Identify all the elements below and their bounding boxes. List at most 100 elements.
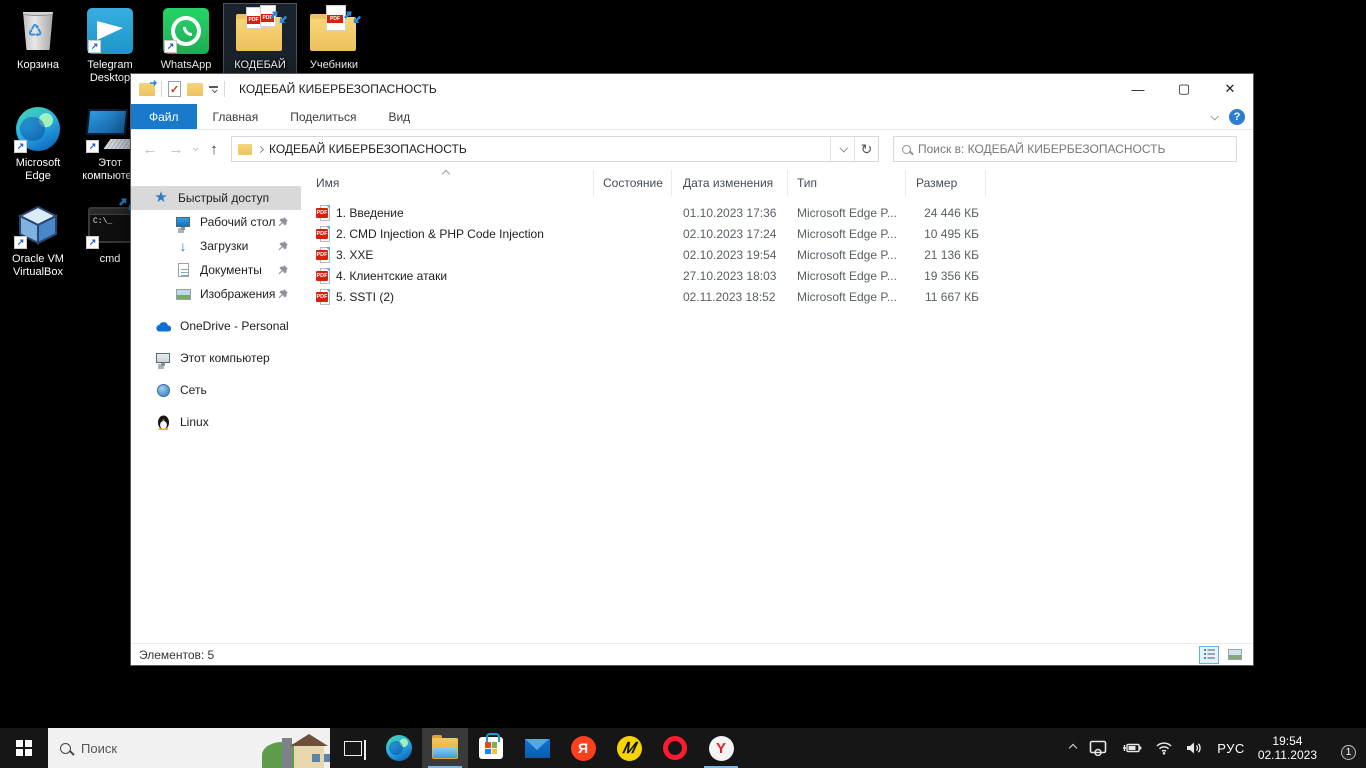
sidebar-item-onedrive[interactable]: OneDrive - Personal (131, 314, 301, 338)
battery-icon[interactable] (1120, 741, 1142, 755)
taskbar-amigo-button[interactable]: 𝑀 (606, 728, 652, 768)
pin-icon[interactable] (277, 240, 289, 252)
tab-view[interactable]: Вид (372, 104, 426, 129)
desktop-icon-recycle-bin[interactable]: ♺ Корзина (2, 6, 74, 72)
pin-icon[interactable] (277, 264, 289, 276)
desktop-icon-whatsapp[interactable]: ↗ WhatsApp (150, 6, 222, 72)
sort-ascending-icon (442, 170, 450, 178)
desktop-icon-virtualbox[interactable]: ↗ Oracle VM VirtualBox (2, 200, 74, 279)
recent-locations-icon[interactable] (193, 145, 199, 151)
search-box[interactable] (893, 136, 1237, 162)
start-button[interactable] (0, 728, 48, 768)
sidebar-item-documents[interactable]: Документы (131, 258, 301, 282)
ribbon-expand-icon[interactable] (1210, 112, 1218, 120)
taskbar-edge-button[interactable] (376, 728, 422, 768)
recycle-bin-icon: ♺ (13, 6, 63, 56)
file-row[interactable]: PDF2. CMD Injection & PHP Code Injection… (301, 223, 1253, 244)
yandex-browser-icon: Y (709, 736, 734, 761)
taskbar-yandex-button[interactable]: Я (560, 728, 606, 768)
pin-icon[interactable] (277, 288, 289, 300)
title-bar[interactable]: КОДЕБАЙ КИБЕРБЕЗОПАСНОСТЬ — ▢ ✕ (131, 74, 1253, 104)
search-highlight-image[interactable] (268, 728, 330, 768)
downloads-icon: ↓ (175, 238, 191, 254)
wifi-icon[interactable] (1155, 741, 1173, 755)
clock[interactable]: 19:54 02.11.2023 (1258, 734, 1317, 762)
file-row[interactable]: PDF3. XXE 02.10.2023 19:54 Microsoft Edg… (301, 244, 1253, 265)
address-path[interactable]: КОДЕБАЙ КИБЕРБЕЗОПАСНОСТЬ (269, 142, 467, 156)
taskbar-store-button[interactable] (468, 728, 514, 768)
pin-icon[interactable] (277, 216, 289, 228)
details-view-icon (1204, 649, 1215, 660)
forward-button[interactable]: → (167, 141, 185, 158)
tab-share[interactable]: Поделиться (274, 104, 372, 129)
column-header-name[interactable]: Имя (301, 170, 594, 196)
explorer-window: КОДЕБАЙ КИБЕРБЕЗОПАСНОСТЬ — ▢ ✕ Файл Гла… (130, 73, 1254, 666)
desktop: ♺ Корзина ↗ Telegram Desktop ↗ WhatsApp … (0, 0, 1366, 768)
new-folder-button[interactable] (187, 83, 203, 96)
sidebar-item-downloads[interactable]: ↓ Загрузки (131, 234, 301, 258)
sync-arrows-icon (268, 7, 288, 27)
back-button[interactable]: ← (141, 141, 159, 158)
taskbar-yandex-browser-button[interactable]: Y (698, 728, 744, 768)
pdf-file-icon: PDF (316, 247, 330, 263)
sidebar-item-desktop[interactable]: Рабочий стол (131, 210, 301, 234)
tab-file[interactable]: Файл (131, 104, 197, 129)
action-center-button[interactable]: 1 (1330, 736, 1356, 760)
sidebar-item-linux[interactable]: Linux (131, 410, 301, 434)
minimize-button[interactable]: — (1115, 74, 1161, 104)
edge-icon: ↗ (13, 104, 63, 154)
help-icon[interactable]: ? (1229, 109, 1245, 125)
tab-home[interactable]: Главная (197, 104, 275, 129)
column-header-modified[interactable]: Дата изменения (672, 170, 788, 196)
sidebar-item-network[interactable]: Сеть (131, 378, 301, 402)
sidebar-item-quick-access[interactable]: ★ Быстрый доступ (131, 186, 301, 210)
pdf-file-icon: PDF (316, 226, 330, 242)
cast-icon[interactable] (1089, 740, 1107, 756)
column-header-size[interactable]: Размер (906, 170, 986, 196)
search-input[interactable] (918, 142, 1228, 156)
large-icons-view-button[interactable] (1225, 646, 1245, 664)
address-dropdown-button[interactable] (830, 137, 854, 161)
maximize-button[interactable]: ▢ (1161, 74, 1207, 104)
volume-icon[interactable] (1186, 741, 1204, 755)
column-header-status[interactable]: Состояние (594, 170, 672, 196)
refresh-button[interactable]: ↻ (854, 137, 878, 161)
desktop-folder-icon (175, 214, 191, 230)
details-view-button[interactable] (1199, 646, 1219, 664)
file-row[interactable]: PDF1. Введение 01.10.2023 17:36 Microsof… (301, 202, 1253, 223)
close-button[interactable]: ✕ (1207, 74, 1253, 104)
task-view-button[interactable] (330, 728, 376, 768)
file-row[interactable]: PDF4. Клиентские атаки 27.10.2023 18:03 … (301, 265, 1253, 286)
file-row[interactable]: PDF5. SSTI (2) 02.11.2023 18:52 Microsof… (301, 286, 1253, 307)
taskbar-opera-button[interactable] (652, 728, 698, 768)
quick-access-star-icon: ★ (153, 190, 169, 206)
desktop-icon-edge[interactable]: ↗ Microsoft Edge (2, 104, 74, 183)
language-indicator[interactable]: РУС (1217, 741, 1245, 756)
taskbar-search[interactable]: Поиск (48, 728, 330, 768)
properties-button[interactable] (168, 81, 181, 97)
desktop-icon-kodebay[interactable]: PDF PDF КОДЕБАЙ (224, 4, 296, 74)
shortcut-arrow-icon: ↗ (86, 236, 99, 249)
taskbar-mail-button[interactable] (514, 728, 560, 768)
address-chevron-icon[interactable] (257, 145, 264, 152)
documents-icon (175, 262, 191, 278)
cmd-icon: C:\_ ↗ (85, 200, 135, 250)
sidebar-item-pictures[interactable]: Изображения (131, 282, 301, 306)
desktop-icon-label: КОДЕБАЙ (234, 59, 286, 72)
qat-customize-button[interactable] (209, 86, 218, 93)
column-header-type[interactable]: Тип (788, 170, 906, 196)
microsoft-store-icon (479, 737, 503, 759)
taskbar-explorer-button[interactable] (422, 728, 468, 768)
tray-expand-icon[interactable] (1069, 744, 1077, 752)
shortcut-arrow-icon: ↗ (164, 40, 177, 53)
sidebar-item-this-pc[interactable]: Этот компьютер (131, 346, 301, 370)
up-button[interactable]: ↑ (205, 141, 223, 158)
desktop-icon-uchebniki[interactable]: PDF Учебники (298, 6, 370, 72)
shortcut-arrow-icon: ↗ (88, 40, 101, 53)
maximize-icon: ▢ (1178, 81, 1190, 97)
whatsapp-icon: ↗ (161, 6, 211, 56)
address-bar[interactable]: КОДЕБАЙ КИБЕРБЕЗОПАСНОСТЬ ↻ (231, 136, 879, 162)
folder-pdf-icon: PDF (309, 6, 359, 56)
desktop-icon-label: Oracle VM VirtualBox (2, 253, 74, 279)
shortcut-arrow-icon: ↗ (86, 140, 99, 153)
